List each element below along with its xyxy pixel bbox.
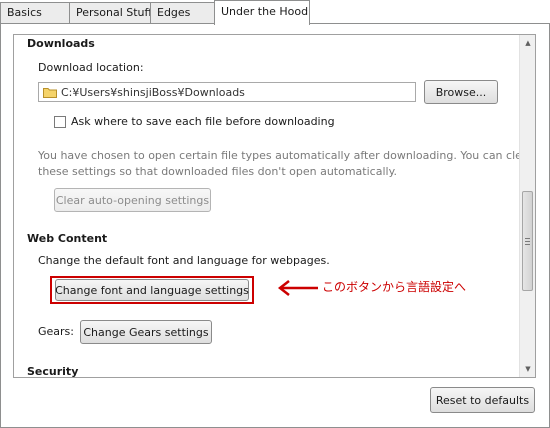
tab-personal-stuff-label: Personal Stuff <box>76 6 153 19</box>
options-dialog: Downloads Download location: C:¥Users¥sh… <box>0 23 550 428</box>
annotation-text: このボタンから言語設定へ <box>322 280 467 294</box>
reset-to-defaults-label: Reset to defaults <box>435 393 530 407</box>
browse-button[interactable]: Browse... <box>424 80 498 104</box>
grip-line-icon <box>525 238 530 239</box>
downloads-heading: Downloads <box>27 37 95 50</box>
scroll-up-arrow-icon[interactable]: ▲ <box>520 35 535 51</box>
tab-basics[interactable]: Basics <box>0 2 70 24</box>
scroll-down-arrow-icon[interactable]: ▼ <box>520 361 535 377</box>
web-content-description: Change the default font and language for… <box>38 254 330 267</box>
grip-line-icon <box>525 241 530 242</box>
download-location-field[interactable]: C:¥Users¥shinsjiBoss¥Downloads <box>38 82 416 102</box>
tab-under-the-hood-label: Under the Hood <box>221 5 309 18</box>
web-content-heading: Web Content <box>27 232 108 245</box>
ask-where-to-save-label: Ask where to save each file before downl… <box>71 115 335 128</box>
clear-auto-opening-label: Clear auto-opening settings <box>55 193 210 207</box>
browse-button-label: Browse... <box>435 85 487 99</box>
settings-content: Downloads Download location: C:¥Users¥sh… <box>14 35 533 378</box>
download-location-value: C:¥Users¥shinsjiBoss¥Downloads <box>61 86 245 99</box>
tab-edges-label: Edges <box>157 6 191 19</box>
change-gears-label: Change Gears settings <box>83 325 209 339</box>
gears-label: Gears: <box>38 325 74 338</box>
auto-open-text-line2: these settings so that downloaded files … <box>38 165 398 178</box>
change-font-language-button[interactable]: Change font and language settings <box>55 279 249 301</box>
tab-edges[interactable]: Edges <box>150 2 215 24</box>
clear-auto-opening-button[interactable]: Clear auto-opening settings <box>54 188 211 212</box>
tab-basics-label: Basics <box>7 6 42 19</box>
download-location-label: Download location: <box>38 61 144 74</box>
reset-to-defaults-button[interactable]: Reset to defaults <box>430 387 535 413</box>
ask-where-to-save-checkbox[interactable] <box>54 116 66 128</box>
vertical-scrollbar[interactable]: ▲ ▼ <box>519 35 535 377</box>
arrow-left-icon <box>277 280 318 296</box>
grip-line-icon <box>525 244 530 245</box>
auto-open-text-line1: You have chosen to open certain file typ… <box>38 149 534 162</box>
tab-bar: Basics Personal Stuff Edges Under the Ho… <box>0 0 550 25</box>
settings-scroll-area: Downloads Download location: C:¥Users¥sh… <box>13 34 536 378</box>
change-font-language-label: Change font and language settings <box>55 283 249 297</box>
scroll-thumb[interactable] <box>522 191 533 291</box>
tab-under-the-hood[interactable]: Under the Hood <box>214 0 310 25</box>
change-gears-button[interactable]: Change Gears settings <box>80 320 212 344</box>
security-heading: Security <box>27 365 79 378</box>
tab-personal-stuff[interactable]: Personal Stuff <box>69 2 153 24</box>
folder-icon <box>43 88 57 98</box>
